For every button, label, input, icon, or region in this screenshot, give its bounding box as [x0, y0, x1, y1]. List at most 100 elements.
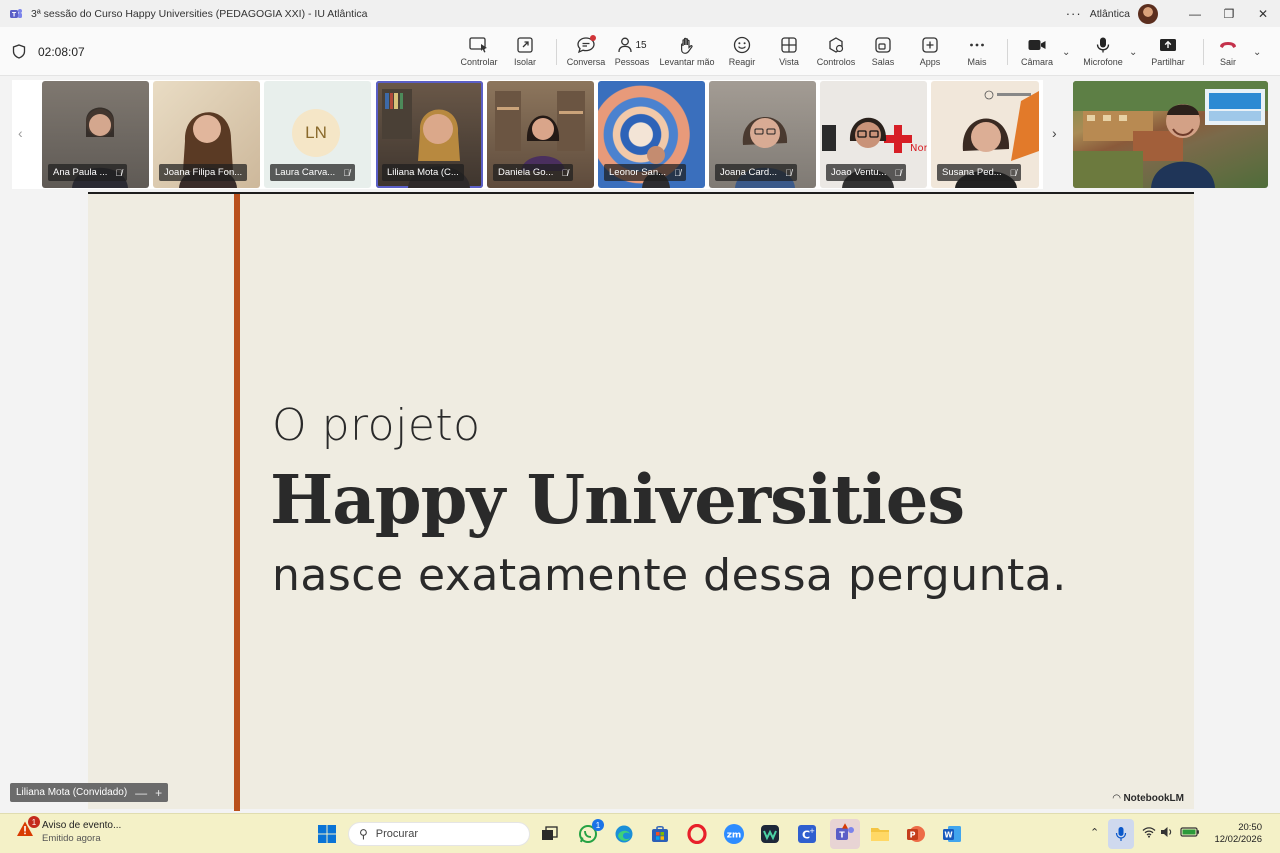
participant-tile[interactable]: Ana Paula ... 🎙̸ — [42, 81, 149, 188]
teams-taskbar-icon[interactable]: T — [830, 819, 860, 849]
participant-tile[interactable]: Nor Joao Ventu... 🎙̸ — [820, 81, 927, 188]
windows-start-icon[interactable] — [315, 822, 339, 846]
mais-label: Mais — [967, 57, 987, 67]
hand-icon — [676, 35, 698, 55]
levantar-mao-button[interactable]: Levantar mão — [658, 35, 716, 75]
more-icon — [966, 35, 988, 55]
warning-icon: 1 — [16, 816, 40, 838]
expand-icon[interactable]: + — [155, 786, 162, 800]
popout-icon — [514, 35, 536, 55]
mais-button[interactable]: Mais — [948, 35, 1006, 75]
grid-icon — [778, 35, 800, 55]
chevron-up-icon[interactable]: ⌃ — [1090, 826, 1099, 839]
mic-muted-icon: 🎙̸ — [894, 167, 902, 178]
word-icon[interactable]: W — [940, 822, 964, 846]
camara-button[interactable]: Câmara — [1008, 35, 1066, 75]
wifi-icon[interactable] — [1142, 826, 1156, 841]
participant-tile-active-speaker[interactable]: Liliana Mota (C... — [376, 81, 483, 188]
chevron-left-icon[interactable]: ‹ — [18, 125, 23, 141]
pessoas-label: Pessoas — [614, 57, 650, 67]
meeting-toolbar: 02:08:07 Controlar Isolar Conversa 15 Pe… — [0, 27, 1280, 76]
self-view-background — [1073, 81, 1268, 188]
participant-name: Ana Paula ... 🎙̸ — [48, 164, 128, 181]
mic-options-chevron-icon[interactable]: ⌄ — [1129, 47, 1137, 58]
notebooklm-brand: ◠ NotebookLM — [1113, 793, 1184, 804]
file-explorer-icon[interactable] — [868, 822, 892, 846]
minimize-button[interactable]: — — [1178, 0, 1212, 27]
restore-button[interactable]: ❐ — [1212, 0, 1246, 27]
powerpoint-icon[interactable]: P — [904, 822, 928, 846]
store-icon[interactable] — [648, 822, 672, 846]
svg-text:T: T — [839, 831, 845, 840]
taskbar-search[interactable]: ⚲ Procurar — [348, 822, 530, 846]
presenter-label[interactable]: Liliana Mota (Convidado) — + — [10, 783, 169, 802]
opera-icon[interactable] — [685, 822, 709, 846]
app-plus-icon[interactable]: C + — [795, 822, 819, 846]
timer-text: 02:08:07 — [38, 44, 85, 59]
more-icon[interactable]: ··· — [1064, 6, 1084, 21]
windows-taskbar: 1 Aviso de evento... Emitido agora ⚲ Pro… — [0, 813, 1280, 853]
close-button[interactable]: ✕ — [1246, 0, 1280, 27]
minimize-icon[interactable]: — — [135, 786, 147, 800]
svg-text:P: P — [910, 831, 916, 840]
slide-line-1: O projeto — [272, 400, 481, 451]
controls-icon — [825, 35, 847, 55]
microfone-button[interactable]: Microfone — [1074, 35, 1132, 75]
mic-in-use-icon[interactable] — [1108, 819, 1134, 849]
whatsapp-icon[interactable]: 1 — [576, 819, 604, 846]
controlar-label: Controlar — [460, 57, 498, 67]
reagir-label: Reagir — [728, 57, 756, 67]
webex-icon[interactable] — [758, 822, 782, 846]
zoom-icon[interactable]: zm — [722, 822, 746, 846]
participant-name: Laura Carva... 🎙̸ — [270, 164, 355, 181]
participant-tile[interactable]: Joana Card... 🎙̸ — [709, 81, 816, 188]
partilhar-label: Partilhar — [1151, 57, 1185, 67]
self-view-video[interactable] — [1073, 81, 1268, 188]
battery-icon[interactable] — [1180, 826, 1200, 841]
people-icon: 15 — [612, 35, 652, 55]
participant-name: Joao Ventu... 🎙̸ — [826, 164, 907, 181]
notification-count: 1 — [28, 816, 40, 828]
smiley-icon — [731, 35, 753, 55]
shared-slide: O projeto Happy Universities nasce exata… — [88, 192, 1194, 811]
participant-tile[interactable]: LN Laura Carva... 🎙̸ — [264, 81, 371, 188]
mic-muted-icon: 🎙̸ — [115, 167, 123, 178]
participant-tile[interactable]: Joana Filipa Fon... — [153, 81, 260, 188]
participants-strip: ‹ Ana Paula ... 🎙̸ Joana Filipa Fon... LN… — [12, 80, 1057, 189]
chat-icon — [575, 35, 597, 55]
clock[interactable]: 20:50 12/02/2026 — [1214, 822, 1262, 846]
mic-muted-icon: 🎙̸ — [674, 167, 681, 178]
avatar[interactable] — [1138, 3, 1158, 24]
leave-options-chevron-icon[interactable]: ⌄ — [1253, 47, 1261, 58]
participant-name: Daniela Go... 🎙̸ — [493, 164, 574, 181]
participant-tile[interactable]: Daniela Go... 🎙̸ — [487, 81, 594, 188]
participant-name: Liliana Mota (C... — [382, 164, 464, 181]
edge-icon[interactable] — [612, 822, 636, 846]
controlos-label: Controlos — [816, 57, 856, 67]
unread-dot — [590, 35, 596, 41]
pessoas-button[interactable]: 15 Pessoas — [603, 35, 661, 75]
chevron-right-icon[interactable]: › — [1052, 125, 1057, 141]
participant-tile[interactable]: Leonor San... 🎙̸ — [598, 81, 705, 188]
people-count: 15 — [635, 39, 647, 51]
camera-icon — [1026, 35, 1048, 55]
sair-button[interactable]: Sair — [1199, 35, 1257, 75]
volume-icon[interactable] — [1160, 826, 1174, 841]
notebooklm-icon: ◠ — [1112, 793, 1121, 804]
camera-options-chevron-icon[interactable]: ⌄ — [1062, 47, 1070, 58]
search-icon: ⚲ — [359, 827, 368, 841]
task-view-icon[interactable] — [538, 822, 562, 846]
hangup-icon — [1217, 35, 1239, 55]
mic-muted-icon: 🎙̸ — [343, 167, 350, 178]
partilhar-button[interactable]: Partilhar — [1139, 35, 1197, 75]
participant-name: Joana Filipa Fon... — [159, 164, 248, 181]
presenter-name: Liliana Mota (Convidado) — [16, 787, 128, 798]
mic-muted-icon: 🎙̸ — [561, 167, 569, 178]
vista-label: Vista — [779, 57, 799, 67]
isolar-button[interactable]: Isolar — [496, 35, 554, 75]
participant-tile[interactable]: Susana Ped... 🎙̸ — [931, 81, 1039, 188]
svg-text:W: W — [944, 831, 953, 840]
clock-time: 20:50 — [1238, 822, 1262, 833]
notification-widget[interactable]: 1 Aviso de evento... Emitido agora — [16, 816, 121, 844]
salas-label: Salas — [871, 57, 895, 67]
